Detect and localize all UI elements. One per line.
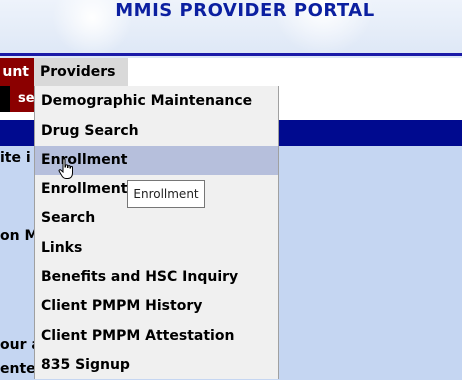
providers-dropdown-menu: Demographic Maintenance Drug Search Enro… <box>34 86 279 379</box>
menu-item-search[interactable]: Search <box>35 204 278 233</box>
menu-item-client-pmpm-history[interactable]: Client PMPM History <box>35 292 278 321</box>
menu-item-links[interactable]: Links <box>35 234 278 263</box>
page-title: MMIS PROVIDER PORTAL <box>115 0 375 21</box>
content-text-line: ente <box>0 361 36 377</box>
header-divider <box>0 53 462 56</box>
menu-item-drug-search[interactable]: Drug Search <box>35 117 278 146</box>
sub-menu-tab[interactable]: se <box>10 86 34 112</box>
hand-pointer-icon <box>58 158 73 179</box>
menu-item-835-signup[interactable]: 835 Signup <box>35 351 278 380</box>
content-text-line: on M <box>0 228 39 244</box>
sub-menu-edge <box>0 86 10 112</box>
menu-tab-providers[interactable]: Providers <box>34 58 128 86</box>
menu-item-client-pmpm-attestation[interactable]: Client PMPM Attestation <box>35 322 278 351</box>
menu-item-demographic-maintenance[interactable]: Demographic Maintenance <box>35 87 278 116</box>
menu-tab-account-label: unt <box>2 64 29 80</box>
header-banner: MMIS PROVIDER PORTAL <box>0 0 462 58</box>
menu-tab-account[interactable]: unt <box>0 58 34 86</box>
menu-item-benefits-hsc-inquiry[interactable]: Benefits and HSC Inquiry <box>35 263 278 292</box>
enrollment-tooltip: Enrollment <box>127 180 205 208</box>
content-text-line: ite i <box>0 150 31 166</box>
